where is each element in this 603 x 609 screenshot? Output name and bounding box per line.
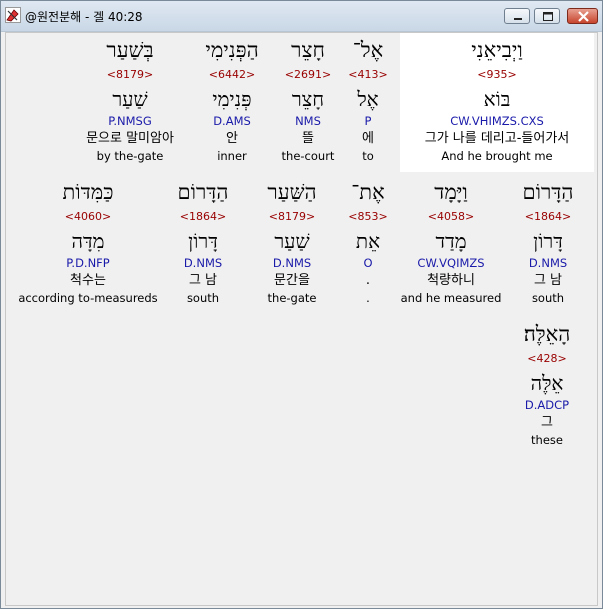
hebrew-word: הַפְּנִימִי [205, 38, 259, 62]
parsing-code: P.NMSG [108, 114, 152, 128]
hebrew-word: וַיָּמָד [434, 180, 468, 204]
english-gloss: south [531, 291, 565, 305]
english-gloss: . [366, 291, 370, 305]
word-cell[interactable]: הָאֵלֶּה׃ <428> אֵלֶּה D.ADCP 그 these [512, 319, 582, 448]
english-gloss: according to-measureds [18, 291, 158, 305]
lemma-word: דָּרוֹן [533, 229, 563, 253]
word-cell[interactable]: הַפְּנִימִי <6442> פְּנִימִי D.AMS 안 inn… [190, 35, 274, 164]
parsing-code: O [363, 256, 373, 270]
english-gloss: south [186, 291, 220, 305]
maximize-button[interactable] [534, 8, 560, 24]
strong-number: <853> [348, 210, 388, 223]
hebrew-word: הַדָּרוֹם [177, 180, 229, 204]
word-cell[interactable]: אֶל־ <413> אֶל P 에 to [344, 35, 392, 164]
strong-number: <2691> [284, 68, 332, 81]
word-cell[interactable]: הַדָּרוֹם <1864> דָּרוֹן D.NMS 그 남 south [516, 177, 580, 306]
korean-gloss: 문간을 [274, 273, 310, 288]
korean-gloss: 그 [541, 415, 553, 430]
korean-gloss: 척량하니 [427, 273, 475, 288]
lemma-word: מִדָּה [71, 229, 105, 253]
word-cell[interactable]: בְּשַׁעַר <8179> שַׁעַר P.NMSG 문으로 말미암아 … [68, 35, 192, 164]
lemma-word: אֵלֶּה [530, 371, 564, 395]
strong-number: <8179> [268, 210, 316, 223]
word-cell[interactable]: הַשַּׁעַר <8179> שַׁעַר D.NMS 문간을 the-ga… [256, 177, 328, 306]
english-gloss: the-court [281, 149, 335, 163]
lemma-word: חָצֵר [291, 87, 325, 111]
parsing-code: NMS [295, 114, 321, 128]
korean-gloss: 척수는 [70, 273, 106, 288]
english-gloss: these [531, 433, 563, 447]
window-title: @원전분해 - 겔 40:28 [25, 10, 143, 24]
english-gloss: to [362, 149, 374, 163]
korean-gloss: 문으로 말미암아 [86, 131, 174, 146]
word-cell[interactable]: וַיָּמָד <4058> מָדַד CW.VQIMZS 척량하니 and… [398, 177, 504, 306]
hebrew-word: אֶל־ [352, 38, 384, 62]
lemma-word: אֶל [357, 87, 379, 111]
hebrew-word: הַדָּרוֹם [522, 180, 574, 204]
title-bar[interactable]: @원전분해 - 겔 40:28 [1, 1, 602, 32]
minimize-icon [514, 18, 522, 20]
lemma-word: שַׁעַר [274, 229, 310, 253]
korean-gloss: . [365, 273, 371, 288]
parsing-code: D.NMS [183, 256, 223, 270]
maximize-icon [543, 12, 553, 21]
parsing-code: P.D.NFP [66, 256, 110, 270]
parsing-code: CW.VHIMZS.CXS [450, 114, 544, 128]
strong-number: <935> [477, 68, 517, 81]
app-icon[interactable] [5, 7, 21, 23]
parsing-code: D.NMS [528, 256, 568, 270]
hebrew-word: וַיְבִיאֵנִי [471, 38, 523, 62]
english-gloss: by the-gate [96, 149, 164, 163]
parsing-code: P [364, 114, 372, 128]
close-button[interactable] [567, 8, 598, 24]
word-cell[interactable]: הַדָּרוֹם <1864> דָּרוֹן D.NMS 그 남 south [166, 177, 240, 306]
strong-number: <6442> [208, 68, 256, 81]
app-window: @원전분해 - 겔 40:28 וַיְבִיאֵנִי <935> בּוֹא… [0, 0, 603, 609]
korean-gloss: 그 남 [188, 273, 218, 288]
lemma-word: שַׁעַר [112, 87, 148, 111]
interlinear-view: וַיְבִיאֵנִי <935> בּוֹא CW.VHIMZS.CXS 그… [5, 32, 598, 606]
korean-gloss: 그가 나를 데리고-들어가서 [424, 131, 570, 146]
word-cell[interactable]: חָצֵר <2691> חָצֵר NMS 뜰 the-court [272, 35, 344, 164]
hebrew-word: כַּמִּדּוֹת [62, 180, 114, 204]
strong-number: <8179> [106, 68, 154, 81]
strong-number: <4060> [64, 210, 112, 223]
parsing-code: CW.VQIMZS [417, 256, 485, 270]
hebrew-word: הַשַּׁעַר [267, 180, 317, 204]
strong-number: <428> [527, 352, 567, 365]
lemma-word: פְּנִימִי [212, 87, 252, 111]
strong-number: <1864> [524, 210, 572, 223]
word-cell[interactable]: אֶת־ <853> אֵת O . . [340, 177, 396, 306]
korean-gloss: 그 남 [533, 273, 563, 288]
parsing-code: D.AMS [213, 114, 251, 128]
lemma-word: מָדַד [435, 229, 467, 253]
strong-number: <4058> [427, 210, 475, 223]
lemma-word: בּוֹא [483, 87, 511, 111]
strong-number: <413> [348, 68, 388, 81]
close-icon [578, 11, 589, 22]
english-gloss: and he measured [400, 291, 502, 305]
minimize-button[interactable] [504, 8, 530, 24]
hebrew-word: הָאֵלֶּה׃ [523, 322, 571, 346]
hebrew-word: אֶת־ [351, 180, 385, 204]
word-cell[interactable]: כַּמִּדּוֹת <4060> מִדָּה P.D.NFP 척수는 ac… [14, 177, 162, 306]
english-gloss: inner [217, 149, 247, 163]
english-gloss: And he brought me [441, 149, 553, 163]
hebrew-word: חָצֵר [291, 38, 325, 62]
parsing-code: D.NMS [272, 256, 312, 270]
lemma-word: אֵת [355, 229, 381, 253]
parsing-code: D.ADCP [524, 398, 570, 412]
english-gloss: the-gate [267, 291, 317, 305]
hebrew-word: בְּשַׁעַר [106, 38, 154, 62]
lemma-word: דָּרוֹן [188, 229, 218, 253]
korean-gloss: 뜰 [302, 131, 314, 146]
word-cell[interactable]: וַיְבִיאֵנִי <935> בּוֹא CW.VHIMZS.CXS 그… [404, 35, 590, 164]
korean-gloss: 안 [226, 131, 238, 146]
korean-gloss: 에 [362, 131, 374, 146]
strong-number: <1864> [179, 210, 227, 223]
